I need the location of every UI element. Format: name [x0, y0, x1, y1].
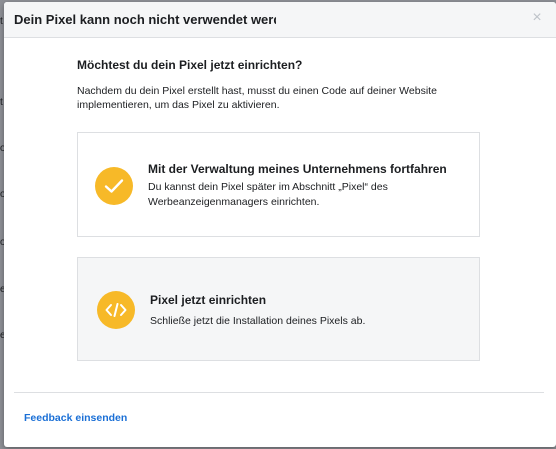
option-text: Schließe jetzt die Installation deines P…	[150, 315, 366, 327]
dialog-header: Dein Pixel kann noch nicht verwendet wer…	[4, 2, 556, 38]
dialog-heading: Möchtest du dein Pixel jetzt einrichten?	[77, 58, 303, 72]
check-icon	[95, 167, 133, 205]
option-setup-pixel-now[interactable]: Pixel jetzt einrichten Schließe jetzt di…	[77, 257, 480, 361]
close-icon[interactable]: ×	[528, 9, 546, 27]
option-title: Mit der Verwaltung meines Unternehmens f…	[148, 162, 447, 176]
feedback-link[interactable]: Feedback einsenden	[24, 412, 127, 424]
option-text: Du kannst dein Pixel später im Abschnitt…	[148, 181, 388, 208]
code-icon	[97, 291, 135, 329]
background-letter: t	[0, 97, 3, 108]
dialog-description: Nachdem du dein Pixel erstellt hast, mus…	[77, 85, 437, 111]
background-letter: t	[0, 16, 3, 27]
option-title: Pixel jetzt einrichten	[150, 293, 267, 307]
option-continue-business[interactable]: Mit der Verwaltung meines Unternehmens f…	[77, 132, 480, 237]
footer-divider	[14, 392, 544, 393]
dialog-title: Dein Pixel kann noch nicht verwendet wer…	[14, 12, 276, 27]
pixel-setup-dialog: Dein Pixel kann noch nicht verwendet wer…	[4, 2, 556, 447]
